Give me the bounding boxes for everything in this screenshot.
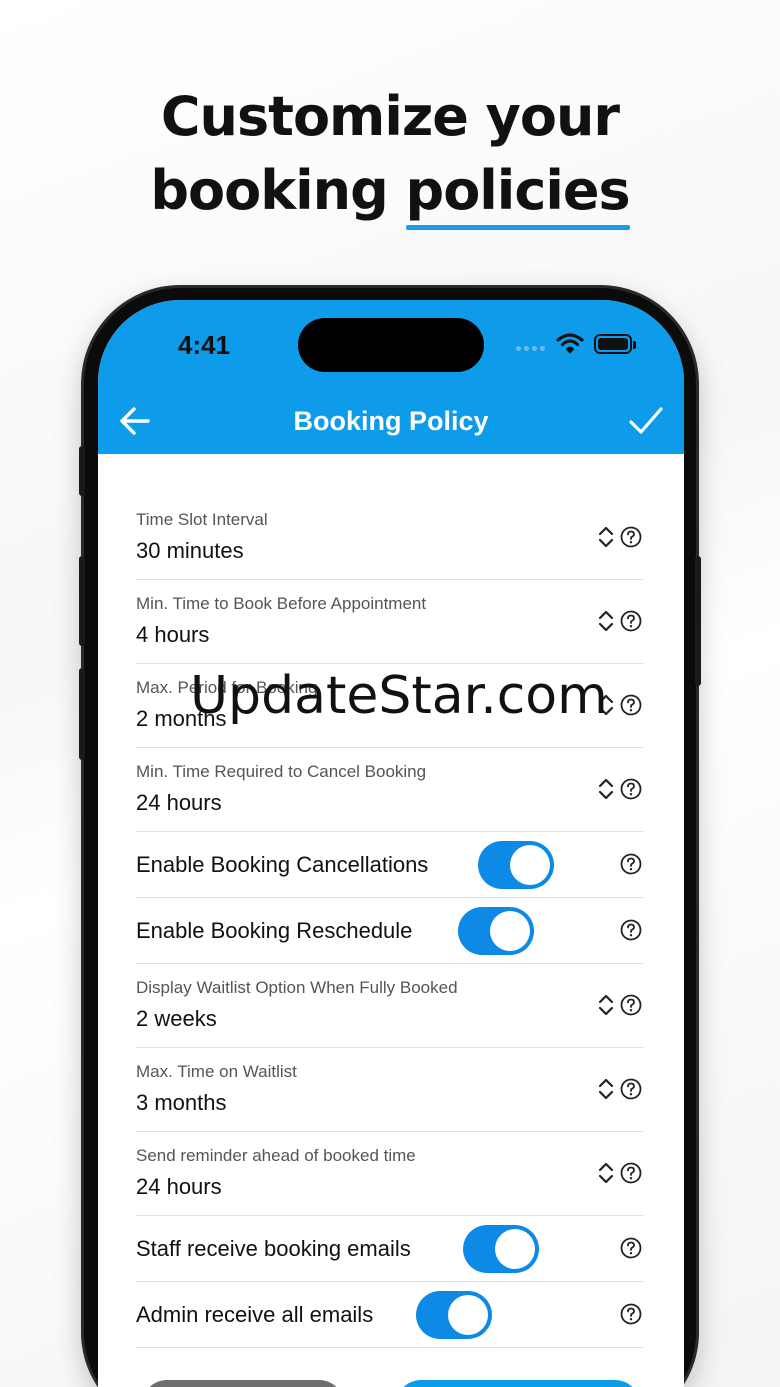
chevron-updown-icon[interactable]: [598, 1078, 614, 1100]
setting-label: Min. Time Required to Cancel Booking: [136, 762, 427, 781]
dynamic-island: [298, 318, 484, 372]
toggle-knob: [510, 845, 550, 885]
setting-enable-cancellations: Enable Booking Cancellations: [136, 832, 644, 898]
chevron-updown-icon[interactable]: [598, 610, 614, 632]
watermark-text: UpdateStar.com: [190, 666, 608, 726]
setting-label: Time Slot Interval: [136, 510, 268, 529]
question-circle-icon[interactable]: [620, 1162, 642, 1184]
staff-emails-toggle[interactable]: [463, 1225, 539, 1273]
setting-label: Enable Booking Reschedule: [136, 918, 413, 943]
setting-admin-emails: Admin receive all emails: [136, 1282, 644, 1348]
phone-screen: 4:41 Booking Policy Time Slot Interval 3…: [98, 300, 684, 1387]
question-circle-icon[interactable]: [620, 919, 642, 941]
setting-value: 24 hours: [136, 790, 222, 815]
question-circle-icon[interactable]: [620, 1303, 642, 1325]
question-circle-icon[interactable]: [620, 853, 642, 875]
setting-min-time-to-book[interactable]: Min. Time to Book Before Appointment 4 h…: [136, 580, 644, 664]
setting-label: Admin receive all emails: [136, 1302, 374, 1327]
setting-label: Enable Booking Cancellations: [136, 852, 429, 877]
question-circle-icon[interactable]: [620, 610, 642, 632]
setting-value: 4 hours: [136, 622, 210, 647]
battery-icon: [594, 334, 636, 354]
phone-side-button: [79, 446, 85, 496]
wifi-icon: [556, 333, 584, 354]
signal-dots-icon: [516, 346, 545, 351]
secondary-button[interactable]: [142, 1380, 344, 1387]
setting-label: Display Waitlist Option When Fully Booke…: [136, 978, 458, 997]
question-circle-icon[interactable]: [620, 994, 642, 1016]
enable-cancellations-toggle[interactable]: [478, 841, 554, 889]
chevron-updown-icon[interactable]: [598, 1162, 614, 1184]
headline-line-2: booking policies: [0, 154, 780, 230]
question-circle-icon[interactable]: [620, 778, 642, 800]
question-circle-icon[interactable]: [620, 526, 642, 548]
setting-label: Max. Time on Waitlist: [136, 1062, 297, 1081]
phone-volume-up: [79, 556, 85, 646]
question-circle-icon[interactable]: [620, 1078, 642, 1100]
setting-label: Min. Time to Book Before Appointment: [136, 594, 427, 613]
chevron-updown-icon[interactable]: [598, 778, 614, 800]
status-time: 4:41: [178, 330, 231, 360]
setting-enable-reschedule: Enable Booking Reschedule: [136, 898, 644, 964]
chevron-updown-icon[interactable]: [598, 994, 614, 1016]
headline-line-1: Customize your: [160, 85, 620, 148]
setting-value: 3 months: [136, 1090, 227, 1115]
toggle-knob: [495, 1229, 535, 1269]
phone-power-button: [695, 556, 701, 686]
setting-waitlist-option[interactable]: Display Waitlist Option When Fully Booke…: [136, 964, 644, 1048]
chevron-updown-icon[interactable]: [598, 526, 614, 548]
setting-value: 2 weeks: [136, 1006, 217, 1031]
question-circle-icon[interactable]: [620, 694, 642, 716]
app-bar: 4:41 Booking Policy: [98, 300, 684, 454]
question-circle-icon[interactable]: [620, 1237, 642, 1259]
setting-value: 30 minutes: [136, 538, 244, 563]
headline-prefix: booking: [150, 159, 406, 222]
headline-accent: policies: [405, 154, 631, 230]
setting-label: Staff receive booking emails: [136, 1236, 411, 1261]
setting-min-time-to-cancel[interactable]: Min. Time Required to Cancel Booking 24 …: [136, 748, 644, 832]
confirm-button[interactable]: [628, 404, 664, 438]
toggle-knob: [490, 911, 530, 951]
headline: Customize your booking policies: [0, 80, 780, 230]
page-title: Booking Policy: [293, 406, 489, 436]
setting-time-slot-interval[interactable]: Time Slot Interval 30 minutes: [136, 496, 644, 580]
admin-emails-toggle[interactable]: [416, 1291, 492, 1339]
setting-staff-emails: Staff receive booking emails: [136, 1216, 644, 1282]
enable-reschedule-toggle[interactable]: [458, 907, 534, 955]
primary-button[interactable]: [396, 1380, 640, 1387]
phone-volume-down: [79, 668, 85, 760]
setting-value: 24 hours: [136, 1174, 222, 1199]
setting-send-reminder[interactable]: Send reminder ahead of booked time 24 ho…: [136, 1132, 644, 1216]
toggle-knob: [448, 1295, 488, 1335]
setting-label: Send reminder ahead of booked time: [136, 1146, 416, 1165]
settings-list: Time Slot Interval 30 minutes Min. Time …: [136, 496, 644, 1348]
setting-max-time-on-waitlist[interactable]: Max. Time on Waitlist 3 months: [136, 1048, 644, 1132]
